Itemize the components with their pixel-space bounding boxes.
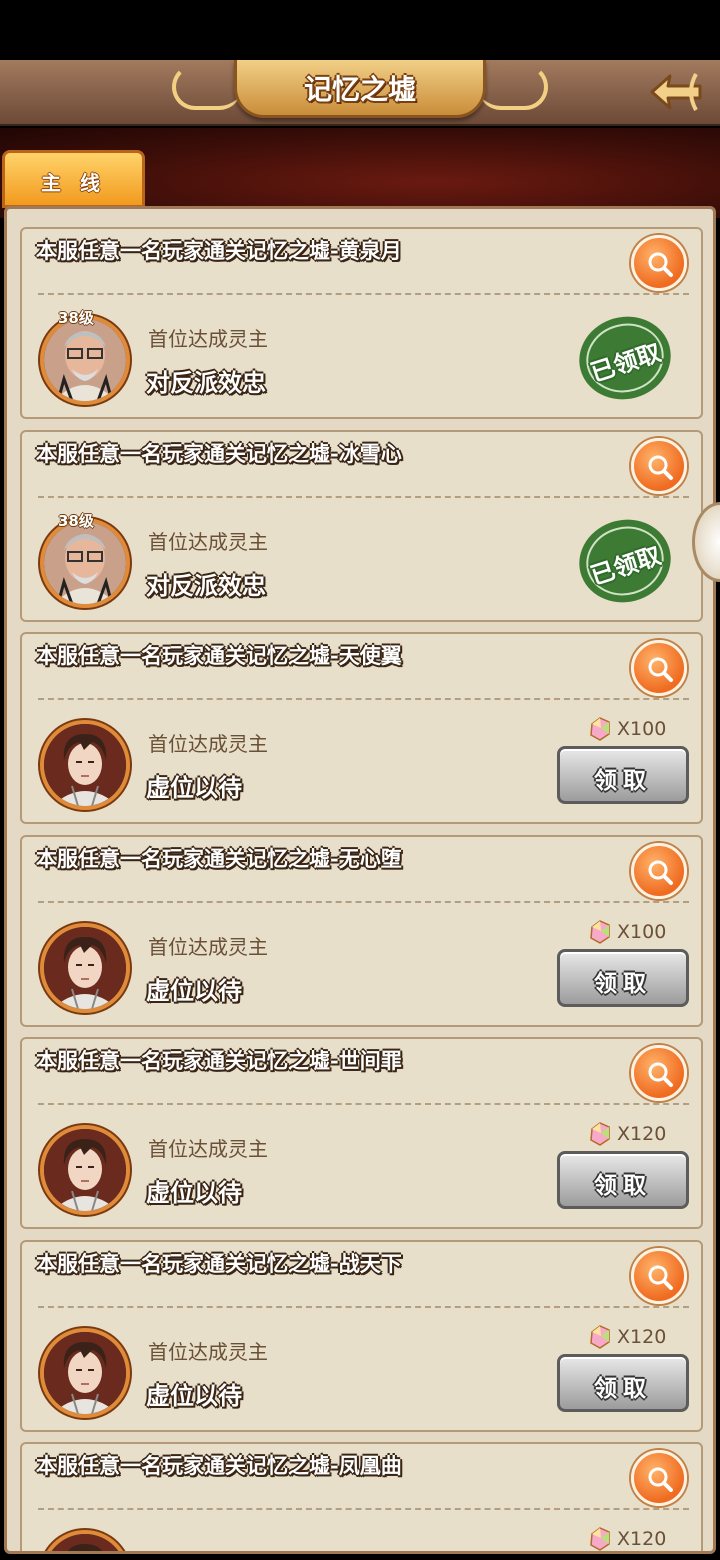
reward-quantity: X120 bbox=[617, 1528, 667, 1550]
claimed-stamp: 已领取 bbox=[575, 313, 675, 403]
young-man-portrait-icon bbox=[44, 724, 126, 806]
divider bbox=[38, 495, 689, 498]
achiever-name: 虚位以待 bbox=[146, 773, 242, 802]
young-man-portrait-icon bbox=[44, 1331, 126, 1414]
divider bbox=[38, 1103, 689, 1105]
claim-button-label: 领取 bbox=[594, 767, 652, 794]
achiever-name: 虚位以待 bbox=[146, 1380, 242, 1410]
page-title: 记忆之墟 bbox=[303, 73, 416, 106]
view-details-button[interactable] bbox=[631, 437, 687, 494]
card-title: 本服任意一名玩家通关记忆之墟-天使翼 bbox=[36, 643, 402, 668]
achievement-card: 本服任意一名玩家通关记忆之墟-战天下 首位达成灵主 虚位以待 X120 领取 bbox=[20, 1239, 703, 1432]
claim-button[interactable]: 领取 bbox=[557, 1353, 689, 1412]
claim-button-label: 领取 bbox=[594, 1374, 652, 1402]
claimed-stamp: 已领取 bbox=[575, 516, 675, 606]
view-details-button[interactable] bbox=[631, 1450, 687, 1506]
tab-main-story[interactable]: 主 线 bbox=[2, 150, 145, 208]
divider bbox=[38, 1305, 689, 1308]
claim-button-label: 领取 bbox=[594, 1172, 652, 1199]
search-icon bbox=[648, 1467, 673, 1492]
crystal-gem-icon bbox=[590, 1324, 610, 1349]
reward: X120 bbox=[587, 1121, 687, 1147]
card-title: 本服任意一名玩家通关记忆之墟-世间罪 bbox=[36, 1048, 402, 1073]
achiever-label: 首位达成灵主 bbox=[148, 1137, 268, 1161]
search-icon bbox=[648, 1062, 673, 1087]
achiever-label: 首位达成灵主 bbox=[148, 1339, 268, 1364]
card-title: 本服任意一名玩家通关记忆之墟-冰雪心 bbox=[36, 440, 402, 466]
achievement-card: 本服任意一名玩家通关记忆之墟-黄泉月 38级 首位达成灵主 对反派效忠 已领取 bbox=[20, 227, 703, 419]
achiever-name: 对反派效忠 bbox=[146, 570, 266, 600]
achievement-card: 本服任意一名玩家通关记忆之墟-冰雪心 38级 首位达成灵主 对反派效忠 已领取 bbox=[20, 429, 703, 622]
back-arrow-icon bbox=[650, 73, 702, 111]
search-icon bbox=[648, 1265, 673, 1290]
crystal-gem-icon bbox=[590, 919, 610, 944]
divider bbox=[38, 900, 689, 903]
avatar bbox=[40, 720, 130, 810]
elder-portrait-icon bbox=[44, 319, 126, 401]
card-title: 本服任意一名玩家通关记忆之墟-无心堕 bbox=[36, 845, 402, 871]
avatar bbox=[40, 315, 130, 405]
reward: X100 bbox=[587, 919, 687, 945]
divider bbox=[38, 293, 689, 295]
avatar bbox=[40, 1125, 130, 1215]
back-button[interactable] bbox=[646, 64, 706, 120]
search-icon bbox=[648, 455, 673, 480]
crystal-gem-icon bbox=[590, 1527, 610, 1551]
reward-quantity: X100 bbox=[617, 718, 667, 740]
avatar bbox=[40, 1327, 130, 1418]
view-details-button[interactable] bbox=[631, 1045, 687, 1101]
young-man-portrait-icon bbox=[44, 926, 126, 1009]
avatar bbox=[40, 922, 130, 1013]
view-details-button[interactable] bbox=[631, 640, 687, 696]
search-icon bbox=[648, 252, 673, 277]
status-bar bbox=[0, 0, 720, 60]
young-man-portrait-icon bbox=[44, 1129, 126, 1211]
achiever-label: 首位达成灵主 bbox=[148, 934, 268, 959]
divider bbox=[38, 698, 689, 700]
card-title: 本服任意一名玩家通关记忆之墟-黄泉月 bbox=[36, 238, 402, 263]
achiever-name: 虚位以待 bbox=[146, 1178, 242, 1207]
achiever-label: 首位达成灵主 bbox=[148, 529, 268, 554]
achiever-name: 对反派效忠 bbox=[146, 368, 266, 397]
view-details-button[interactable] bbox=[631, 235, 687, 291]
young-man-portrait-icon bbox=[44, 1534, 126, 1551]
elder-portrait-icon bbox=[44, 521, 126, 604]
achiever-label: 首位达成灵主 bbox=[148, 327, 268, 351]
crystal-gem-icon bbox=[590, 1122, 610, 1146]
achievement-card: 本服任意一名玩家通关记忆之墟-无心堕 首位达成灵主 虚位以待 X100 领取 bbox=[20, 834, 703, 1027]
reward: X120 bbox=[587, 1324, 687, 1350]
claim-button[interactable]: 领取 bbox=[557, 746, 689, 804]
reward-quantity: X120 bbox=[617, 1123, 667, 1145]
avatar bbox=[40, 517, 130, 608]
achiever-label: 首位达成灵主 bbox=[148, 732, 268, 756]
achievement-card: 本服任意一名玩家通关记忆之墟-天使翼 首位达成灵主 虚位以待 X100 领取 bbox=[20, 632, 703, 824]
reward: X120 bbox=[587, 1526, 687, 1551]
achievement-card: 本服任意一名玩家通关记忆之墟-凤凰曲 X120 bbox=[20, 1442, 703, 1551]
title-plaque: 记忆之墟 bbox=[158, 60, 562, 118]
search-icon bbox=[648, 657, 673, 682]
achiever-name: 虚位以待 bbox=[146, 975, 242, 1005]
view-details-button[interactable] bbox=[631, 842, 687, 899]
card-title: 本服任意一名玩家通关记忆之墟-战天下 bbox=[36, 1250, 402, 1276]
achievement-list[interactable]: 本服任意一名玩家通关记忆之墟-黄泉月 38级 首位达成灵主 对反派效忠 已领取 … bbox=[4, 206, 716, 1554]
claim-button-label: 领取 bbox=[594, 969, 652, 997]
crystal-gem-icon bbox=[590, 717, 610, 741]
level-badge: 38级 bbox=[58, 511, 94, 530]
reward-quantity: X100 bbox=[617, 920, 667, 943]
tab-label: 主 线 bbox=[41, 171, 106, 195]
claim-button[interactable]: 领取 bbox=[557, 1151, 689, 1209]
divider bbox=[38, 1508, 689, 1510]
reward: X100 bbox=[587, 716, 687, 742]
claim-button[interactable]: 领取 bbox=[557, 948, 689, 1007]
view-details-button[interactable] bbox=[631, 1247, 687, 1304]
reward-quantity: X120 bbox=[617, 1325, 667, 1348]
header-bar: 记忆之墟 bbox=[0, 60, 720, 126]
avatar bbox=[40, 1530, 130, 1551]
search-icon bbox=[648, 860, 673, 885]
level-badge: 38级 bbox=[58, 309, 94, 327]
achievement-card: 本服任意一名玩家通关记忆之墟-世间罪 首位达成灵主 虚位以待 X120 领取 bbox=[20, 1037, 703, 1229]
card-title: 本服任意一名玩家通关记忆之墟-凤凰曲 bbox=[36, 1453, 402, 1478]
